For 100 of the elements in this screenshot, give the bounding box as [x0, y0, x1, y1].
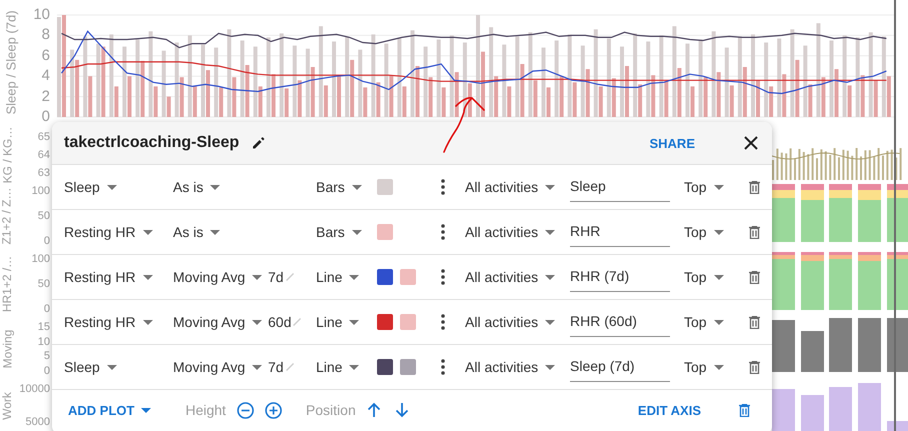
bar	[188, 35, 192, 117]
window-field[interactable]: 60d	[268, 314, 302, 330]
bar	[782, 74, 786, 117]
trash-icon[interactable]	[739, 404, 750, 416]
caret-icon	[714, 230, 724, 234]
bar	[442, 87, 446, 117]
type-dropdown[interactable]: Bars	[316, 179, 362, 195]
up-arrow-icon[interactable]	[366, 402, 381, 418]
position-dropdown[interactable]: Top	[684, 359, 724, 375]
bar	[842, 35, 847, 117]
trash-icon[interactable]	[749, 226, 760, 238]
filter-dropdown[interactable]: All activities	[465, 224, 556, 240]
trash-icon[interactable]	[749, 316, 760, 328]
add-plot-button[interactable]: ADD PLOT	[66, 400, 154, 420]
height-label: Height	[185, 402, 226, 418]
label-field[interactable]: Sleep	[570, 172, 670, 202]
metric-dropdown[interactable]: Resting HR	[64, 224, 173, 240]
label-field[interactable]: Sleep (7d)	[570, 352, 670, 382]
axis-tick: 0	[42, 110, 50, 124]
share-button[interactable]: SHARE	[643, 132, 701, 154]
bar	[332, 42, 336, 117]
position-dropdown[interactable]: Top	[684, 269, 724, 285]
position-dropdown[interactable]: Top	[684, 314, 724, 330]
mode-dropdown[interactable]: Moving Avg	[173, 359, 268, 375]
filter-dropdown[interactable]: All activities	[465, 179, 556, 195]
bar	[140, 60, 145, 117]
mode-dropdown[interactable]: As is	[173, 179, 268, 195]
bar	[580, 46, 585, 117]
axis-tick: 64	[38, 148, 50, 162]
label-field[interactable]: RHR (7d)	[570, 262, 670, 292]
bar	[345, 36, 350, 117]
label-field[interactable]: RHR	[570, 217, 670, 247]
metric-dropdown[interactable]: Sleep	[64, 359, 173, 375]
mode-dropdown[interactable]: Moving Avg	[173, 269, 268, 285]
caret-icon	[252, 274, 262, 280]
window-field[interactable]: 7d	[268, 359, 295, 375]
axis-tick: 8	[42, 28, 50, 42]
color-swatch[interactable]	[377, 179, 393, 195]
axis-tick: 100	[32, 184, 50, 198]
pencil-icon[interactable]	[251, 136, 266, 150]
edit-axis-button[interactable]: EDIT AXIS	[634, 400, 705, 420]
type-dropdown[interactable]: Line	[316, 359, 360, 375]
position-dropdown[interactable]: Top	[684, 224, 724, 240]
filter-dropdown[interactable]: All activities	[465, 314, 556, 330]
bar	[790, 29, 794, 117]
bar	[816, 23, 820, 117]
bar	[436, 40, 441, 117]
color-swatch[interactable]	[377, 269, 393, 285]
position-dropdown[interactable]: Top	[684, 179, 724, 195]
bar	[848, 85, 852, 117]
color-swatch[interactable]	[400, 314, 416, 330]
metric-dropdown[interactable]: Sleep	[64, 179, 173, 195]
trash-icon[interactable]	[749, 180, 760, 194]
more-icon[interactable]	[441, 314, 445, 330]
bar	[88, 76, 92, 117]
filter-dropdown[interactable]: All activities	[465, 269, 556, 285]
plus-circle-icon[interactable]	[264, 402, 282, 418]
caret-icon	[142, 274, 153, 280]
more-icon[interactable]	[441, 224, 445, 240]
bar	[174, 42, 179, 117]
type-dropdown[interactable]: Line	[316, 269, 360, 285]
color-swatch[interactable]	[377, 314, 393, 330]
metric-dropdown[interactable]: Resting HR	[64, 269, 173, 285]
mode-dropdown[interactable]: As is	[173, 224, 268, 240]
label-field[interactable]: RHR (60d)	[570, 307, 670, 337]
metric-dropdown[interactable]: Resting HR	[64, 314, 173, 330]
more-icon[interactable]	[441, 359, 445, 375]
bar	[659, 35, 664, 117]
caret-icon	[106, 184, 117, 190]
bar	[598, 86, 603, 117]
color-swatch[interactable]	[377, 224, 393, 240]
bar	[686, 44, 690, 117]
type-dropdown[interactable]: Line	[316, 314, 360, 330]
caret-icon	[545, 364, 556, 370]
close-icon[interactable]	[743, 135, 759, 151]
mode-dropdown[interactable]: Moving Avg	[173, 314, 268, 330]
more-icon[interactable]	[441, 269, 445, 285]
bar	[350, 60, 354, 117]
down-arrow-icon[interactable]	[394, 402, 409, 418]
axis-tick: 100	[32, 252, 50, 266]
color-swatch[interactable]	[400, 359, 416, 375]
caret-icon	[545, 184, 556, 190]
trash-icon[interactable]	[749, 360, 760, 374]
bar	[162, 50, 166, 117]
minus-circle-icon[interactable]	[236, 402, 254, 418]
color-swatch[interactable]	[400, 269, 416, 285]
bar	[795, 60, 800, 117]
bar	[520, 64, 524, 117]
bar	[868, 32, 873, 117]
filter-dropdown[interactable]: All activities	[465, 359, 556, 375]
more-icon[interactable]	[441, 179, 445, 195]
color-swatch[interactable]	[377, 359, 393, 375]
bar	[450, 35, 454, 117]
window-field[interactable]: 7d	[268, 269, 295, 285]
bar	[568, 34, 572, 117]
axis-label: KG / KG…	[0, 126, 14, 184]
caret-icon	[142, 230, 153, 234]
type-dropdown[interactable]: Bars	[316, 224, 362, 240]
pencil-icon	[284, 361, 295, 371]
trash-icon[interactable]	[749, 270, 760, 284]
